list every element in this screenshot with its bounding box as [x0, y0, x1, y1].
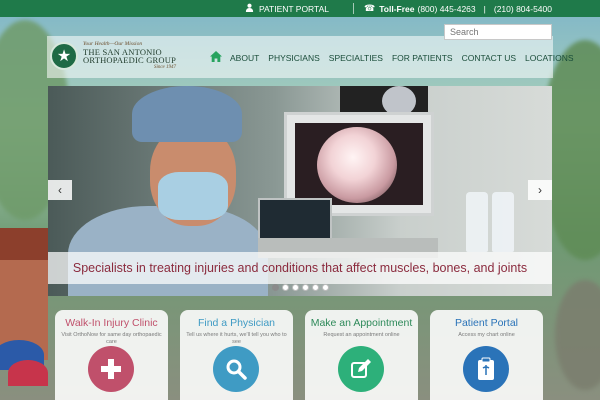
site-logo[interactable]: ★ Your Health—Our Mission THE SAN ANTONI… — [50, 42, 176, 70]
patient-portal-link[interactable]: PATIENT PORTAL — [245, 3, 329, 14]
nav-about[interactable]: ABOUT — [230, 53, 259, 63]
card-title: Find a Physician — [197, 317, 276, 329]
search-icon[interactable] — [213, 346, 259, 392]
slider-dot[interactable] — [321, 284, 329, 291]
tollfree-number[interactable]: (800) 445-4263 — [418, 4, 476, 14]
logo-since: Since 1947 — [153, 64, 177, 70]
nav-specialties[interactable]: SPECIALTIES — [329, 53, 383, 63]
nav-locations[interactable]: LOCATIONS — [525, 53, 574, 63]
card-subtitle: Tell us where it hurts, we'll tell you w… — [186, 332, 287, 346]
hero-slider: Specialists in treating injuries and con… — [48, 86, 552, 296]
plus-icon[interactable] — [88, 346, 134, 392]
card-subtitle: Request an appointment online — [323, 332, 400, 338]
card-title: Walk-In Injury Clinic — [65, 317, 158, 329]
card-make-appointment[interactable]: Make an Appointment Request an appointme… — [305, 310, 418, 400]
patient-portal-label: PATIENT PORTAL — [258, 3, 330, 14]
card-subtitle: Visit OrthoNow for same day orthopaedic … — [61, 332, 162, 346]
main-nav: ABOUT PHYSICIANS SPECIALTIES FOR PATIENT… — [210, 51, 583, 65]
nav-for-patients[interactable]: FOR PATIENTS — [392, 53, 453, 63]
slider-prev-button[interactable]: ‹ — [48, 180, 72, 200]
slider-dot[interactable] — [301, 284, 309, 291]
topbar-divider — [353, 3, 355, 14]
edit-icon[interactable] — [338, 346, 384, 392]
slider-dot[interactable] — [271, 284, 279, 291]
logo-name-line2: ORTHOPAEDIC GROUP — [83, 55, 177, 66]
nav-physicians[interactable]: PHYSICIANS — [268, 53, 320, 63]
phone-icon: ☎ — [364, 3, 376, 13]
card-find-physician[interactable]: Find a Physician Tell us where it hurts,… — [180, 310, 293, 400]
top-bar: PATIENT PORTAL ☎ Toll-Free (800) 445-426… — [0, 0, 600, 17]
slider-dots — [48, 284, 552, 291]
card-subtitle: Access my chart online — [458, 332, 515, 338]
user-icon — [245, 3, 254, 14]
nav-contact-us[interactable]: CONTACT US — [462, 53, 516, 63]
star-logo-icon: ★ — [50, 42, 78, 70]
search-input[interactable] — [444, 24, 552, 40]
phone-number[interactable]: (210) 804-5400 — [494, 4, 552, 14]
tollfree-label: Toll-Free — [379, 3, 415, 14]
clipboard-icon[interactable] — [463, 346, 509, 392]
card-patient-portal[interactable]: Patient Portal Access my chart online — [430, 310, 543, 400]
slider-dot[interactable] — [311, 284, 319, 291]
slider-next-button[interactable]: › — [528, 180, 552, 200]
card-title: Patient Portal — [454, 317, 519, 329]
home-icon[interactable] — [210, 51, 222, 65]
card-walk-in-clinic[interactable]: Walk-In Injury Clinic Visit OrthoNow for… — [55, 310, 168, 400]
phone-separator: | — [483, 3, 486, 14]
hero-caption: Specialists in treating injuries and con… — [48, 252, 552, 284]
card-title: Make an Appointment — [310, 317, 413, 329]
slider-dot[interactable] — [281, 284, 289, 291]
slider-dot[interactable] — [291, 284, 299, 291]
